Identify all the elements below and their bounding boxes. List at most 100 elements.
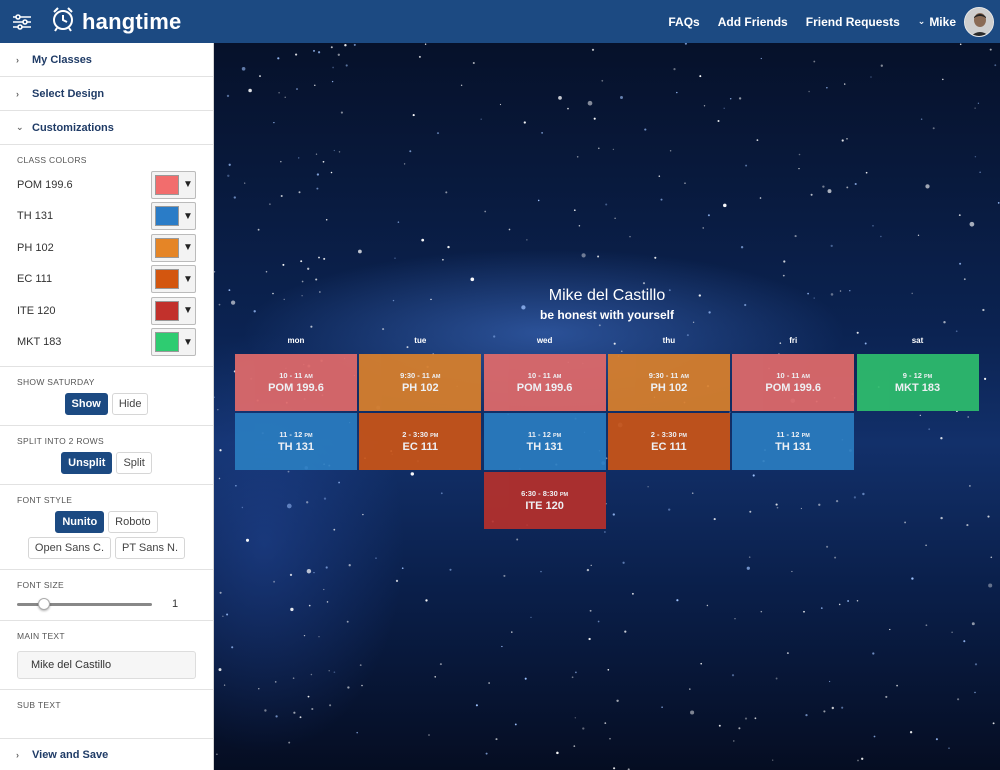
class-ampm: PM [924, 374, 933, 380]
class-block[interactable]: 9 - 12 PM MKT 183 [856, 354, 979, 411]
class-name: EC 111 [17, 273, 53, 286]
accordion-select-design[interactable]: › Select Design [0, 77, 213, 111]
class-name: EC 111 [402, 441, 439, 453]
main-text-input[interactable] [17, 651, 196, 679]
color-picker[interactable]: ▼ [151, 170, 196, 199]
class-colors-section: CLASS COLORS POM 199.6 ▼ TH 131 ▼ PH 102 ▼ EC … [0, 145, 213, 367]
split-unsplit-button[interactable]: Unsplit [61, 452, 113, 474]
saturday-hide-button[interactable]: Hide [111, 393, 149, 415]
class-name: POM 199.6 [17, 178, 73, 191]
class-block[interactable]: 9:30 - 11 AM PH 102 [607, 354, 730, 411]
chevron-right-icon: › [16, 749, 19, 760]
accordion-label: View and Save [32, 748, 109, 761]
user-name: Mike [929, 14, 956, 29]
day-header-thu: thu [662, 336, 676, 345]
color-picker[interactable]: ▼ [151, 265, 196, 294]
class-block[interactable]: 10 - 11 AM POM 199.6 [732, 354, 855, 411]
class-name: TH 131 [775, 441, 812, 453]
nav-friend-requests-link[interactable]: Friend Requests [806, 15, 900, 29]
color-picker[interactable]: ▼ [151, 296, 196, 325]
font-pt-sans-n-button[interactable]: PT Sans N. [115, 537, 186, 559]
slider-handle[interactable] [38, 597, 50, 610]
day-header-fri: fri [789, 336, 798, 345]
color-picker[interactable]: ▼ [151, 328, 196, 357]
class-block[interactable]: 11 - 12 PM TH 131 [483, 413, 606, 470]
class-block[interactable]: 10 - 11 AM POM 199.6 [483, 354, 606, 411]
logo[interactable]: hangtime [50, 6, 181, 37]
dropdown-arrow-icon: ▼ [183, 242, 193, 254]
class-ampm: PM [559, 492, 569, 498]
class-time: 10 - 11 AM [776, 371, 810, 380]
user-menu[interactable]: ⌄ Mike [917, 6, 994, 37]
class-block[interactable]: 11 - 12 PM TH 131 [732, 413, 855, 470]
color-picker[interactable]: ▼ [151, 202, 196, 231]
accordion-my-classes[interactable]: › My Classes [0, 43, 213, 77]
class-color-row: PH 102 ▼ [17, 232, 196, 264]
class-name: POM 199.6 [765, 382, 821, 394]
dropdown-arrow-icon: ▼ [183, 336, 193, 348]
dropdown-arrow-icon: ▼ [183, 273, 193, 285]
class-name: POM 199.6 [268, 382, 324, 394]
chevron-down-icon: ⌄ [917, 16, 926, 26]
nav-faqs-link[interactable]: FAQs [668, 15, 699, 29]
color-swatch [155, 269, 179, 290]
class-block[interactable]: 9:30 - 11 AM PH 102 [359, 354, 482, 411]
class-ampm: AM [680, 374, 690, 380]
app-name: hangtime [82, 8, 182, 34]
dropdown-arrow-icon: ▼ [183, 210, 193, 222]
section-title: SHOW SATURDAY [17, 377, 95, 387]
class-time: 9 - 12 PM [902, 371, 933, 380]
class-time: 9:30 - 11 AM [648, 371, 690, 380]
class-ampm: PM [678, 433, 687, 439]
top-bar: hangtime FAQs Add Friends Friend Request… [0, 0, 1000, 43]
accordion-customizations[interactable]: ⌄ Customizations [0, 111, 213, 145]
day-header-wed: wed [536, 336, 553, 345]
font-open-sans-c-button[interactable]: Open Sans C. [27, 537, 112, 559]
top-nav: FAQs Add Friends Friend Requests ⌄ Mike [668, 0, 1000, 43]
class-time: 6:30 - 8:30 PM [521, 489, 569, 498]
class-name: PH 102 [17, 241, 54, 254]
schedule-canvas: Mike del Castillo be honest with yoursel… [214, 43, 1000, 770]
nav-add-friends-link[interactable]: Add Friends [718, 15, 788, 29]
class-ampm: AM [304, 374, 313, 380]
class-block[interactable]: 2 - 3:30 PM EC 111 [607, 413, 730, 470]
saturday-show-button[interactable]: Show [64, 393, 108, 415]
accordion-label: Customizations [32, 121, 114, 134]
avatar[interactable] [964, 6, 994, 37]
show-saturday-section: SHOW SATURDAY Show Hide [0, 367, 213, 426]
font-size-section: FONT SIZE 1 [0, 570, 213, 621]
class-block[interactable]: 11 - 12 PM TH 131 [235, 413, 357, 470]
class-ampm: AM [801, 374, 810, 380]
color-picker[interactable]: ▼ [151, 233, 196, 262]
accordion-view-save[interactable]: › View and Save [0, 738, 213, 770]
section-title: MAIN TEXT [17, 631, 65, 641]
day-header-sat: sat [911, 336, 924, 345]
font-nunito-button[interactable]: Nunito [55, 511, 105, 533]
schedule-title: Mike del Castillo [548, 287, 666, 304]
font-roboto-button[interactable]: Roboto [108, 511, 158, 533]
class-time: 9:30 - 11 AM [400, 371, 441, 380]
sidebar: › My Classes › Select Design ⌄ Customiza… [0, 43, 214, 770]
font-size-slider[interactable] [17, 597, 152, 610]
class-ampm: AM [552, 374, 562, 380]
sliders-menu-icon[interactable] [0, 0, 44, 43]
accordion-label: Select Design [32, 87, 105, 100]
class-block[interactable]: 2 - 3:30 PM EC 111 [359, 413, 482, 470]
section-title: SPLIT INTO 2 ROWS [17, 436, 104, 446]
section-title: FONT SIZE [17, 580, 64, 590]
class-name: TH 131 [17, 210, 54, 223]
class-color-row: TH 131 ▼ [17, 201, 196, 233]
accordion-label: My Classes [32, 53, 92, 66]
class-block[interactable]: 10 - 11 AM POM 199.6 [235, 354, 357, 411]
class-name: PH 102 [401, 382, 439, 394]
class-block[interactable]: 6:30 - 8:30 PM ITE 120 [483, 472, 606, 529]
class-name: EC 111 [651, 441, 687, 453]
main-text-section: MAIN TEXT [0, 621, 213, 690]
color-swatch [155, 174, 179, 195]
split-split-button[interactable]: Split [116, 452, 152, 474]
dropdown-arrow-icon: ▼ [183, 305, 193, 317]
color-swatch [155, 237, 179, 258]
class-name: TH 131 [526, 441, 563, 453]
class-ampm: AM [431, 374, 441, 380]
class-name: MKT 183 [17, 336, 62, 349]
